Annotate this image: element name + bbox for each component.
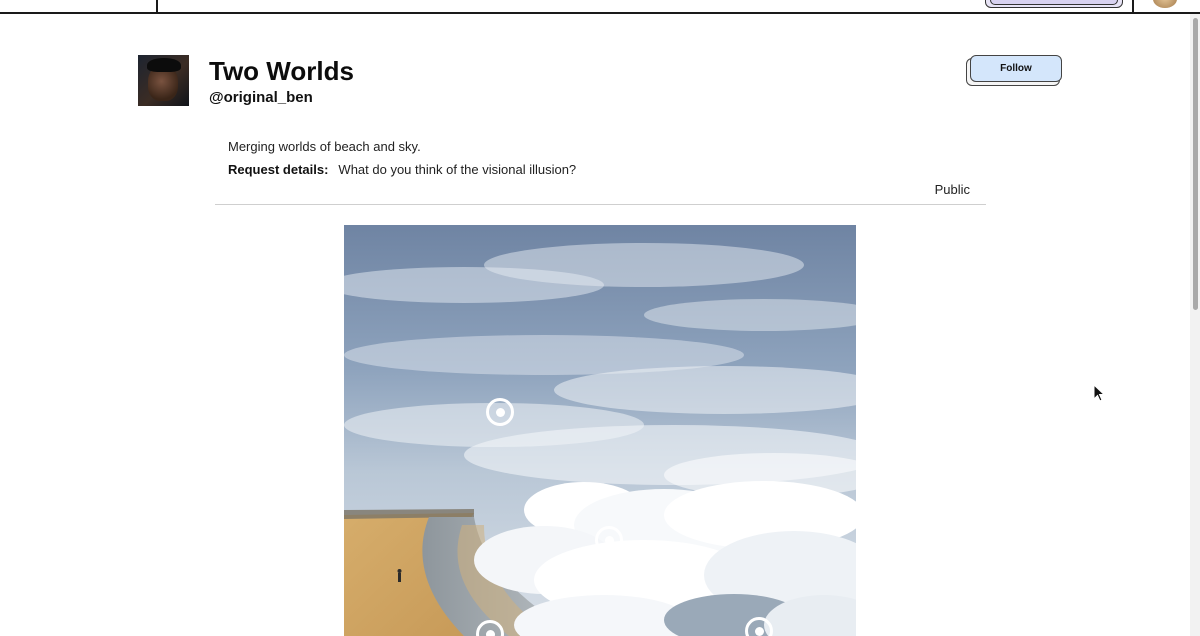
author-avatar[interactable] (138, 55, 189, 106)
follow-button[interactable]: Follow (970, 55, 1062, 82)
mouse-cursor-icon (1093, 384, 1105, 402)
top-bar-button-face (990, 0, 1118, 5)
post-image-artwork (344, 225, 856, 636)
post-image[interactable] (344, 225, 856, 636)
request-details: Request details: What do you think of the… (228, 162, 576, 178)
visibility-label: Public (934, 182, 970, 197)
divider (215, 204, 986, 205)
post-description: Merging worlds of beach and sky. (228, 139, 421, 154)
scrollbar-thumb[interactable] (1193, 18, 1198, 310)
author-hair (147, 58, 181, 72)
image-hotspot[interactable] (595, 526, 623, 554)
top-bar-divider (1132, 0, 1134, 13)
request-details-label: Request details: (228, 162, 329, 177)
author-handle[interactable]: @original_ben (209, 89, 313, 107)
top-bar-divider (156, 0, 158, 13)
request-details-text: What do you think of the visional illusi… (338, 162, 577, 177)
image-hotspot[interactable] (486, 398, 514, 426)
post-title: Two Worlds (209, 56, 354, 86)
